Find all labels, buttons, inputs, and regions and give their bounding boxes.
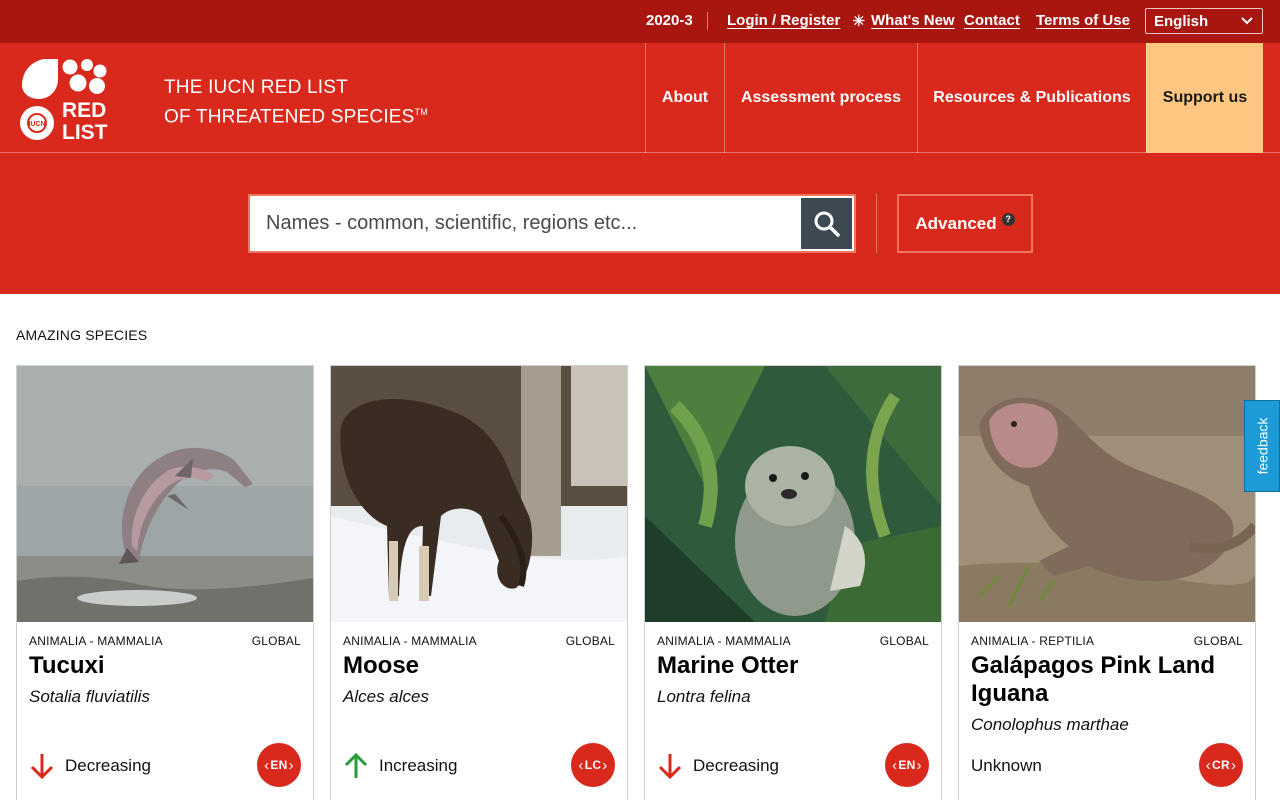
site-title-line1: THE IUCN RED LIST xyxy=(164,77,348,98)
population-trend: Decreasing xyxy=(657,751,779,781)
language-select[interactable]: English xyxy=(1145,8,1263,34)
status-badge[interactable]: ‹ LC › xyxy=(571,743,615,787)
advanced-search-button[interactable]: Advanced ? xyxy=(897,194,1033,253)
language-value: English xyxy=(1154,13,1209,30)
nav-resources-publications[interactable]: Resources & Publications xyxy=(917,43,1146,153)
status-code: CR xyxy=(1212,758,1230,772)
whats-new-link[interactable]: What's New xyxy=(871,12,955,29)
login-register-link[interactable]: Login / Register xyxy=(727,12,840,29)
species-photo xyxy=(959,366,1255,622)
trend-up-arrow-icon xyxy=(344,752,368,778)
trend-label: Unknown xyxy=(971,756,1042,775)
advanced-label: Advanced xyxy=(915,213,997,233)
taxonomy-label: ANIMALIA - MAMMALIA xyxy=(343,634,477,648)
site-title[interactable]: THE IUCN RED LIST OF THREATENED SPECIEST… xyxy=(164,76,428,129)
common-name: Moose xyxy=(343,652,420,679)
status-code: EN xyxy=(898,758,916,772)
help-icon: ? xyxy=(1001,213,1015,226)
section-title: AMAZING SPECIES xyxy=(16,327,148,343)
search-input[interactable] xyxy=(252,198,801,249)
contact-link[interactable]: Contact xyxy=(964,12,1020,29)
species-card[interactable]: ANIMALIA - MAMMALIA GLOBAL Marine Otter … xyxy=(644,365,942,800)
terms-of-use-link[interactable]: Terms of Use xyxy=(1036,12,1130,29)
trademark: TM xyxy=(414,107,428,117)
species-card[interactable]: ANIMALIA - MAMMALIA GLOBAL Moose Alces a… xyxy=(330,365,628,800)
scope-label: GLOBAL xyxy=(251,634,301,648)
species-photo xyxy=(645,366,941,622)
status-code: LC xyxy=(584,758,602,772)
scientific-name: Lontra felina xyxy=(657,687,751,706)
scientific-name: Conolophus marthae xyxy=(971,715,1129,734)
search-section: Advanced ? xyxy=(0,153,1280,294)
status-badge[interactable]: ‹ EN › xyxy=(885,743,929,787)
scientific-name: Alces alces xyxy=(343,687,429,706)
feedback-tab[interactable]: feedback xyxy=(1244,400,1280,492)
common-name: Marine Otter xyxy=(657,652,799,679)
species-photo xyxy=(17,366,313,622)
red-list-logo[interactable]: IUCN RED LIST xyxy=(18,55,114,143)
search-button[interactable] xyxy=(801,198,852,249)
site-header: IUCN RED LIST THE IUCN RED LIST OF THREA… xyxy=(0,43,1280,153)
scientific-name: Sotalia fluviatilis xyxy=(29,687,150,706)
population-trend: Unknown xyxy=(971,751,1042,781)
status-code: EN xyxy=(270,758,288,772)
nav-assessment-process[interactable]: Assessment process xyxy=(724,43,917,153)
divider xyxy=(707,12,708,30)
status-badge[interactable]: ‹ EN › xyxy=(257,743,301,787)
taxonomy-label: ANIMALIA - MAMMALIA xyxy=(29,634,163,648)
svg-text:IUCN: IUCN xyxy=(28,121,45,128)
scope-label: GLOBAL xyxy=(565,634,615,648)
site-title-line2: OF THREATENED SPECIESTM xyxy=(164,106,428,128)
trend-label: Decreasing xyxy=(693,756,779,775)
feedback-label: feedback xyxy=(1254,417,1271,475)
version-label: 2020-3 xyxy=(646,12,693,29)
sun-icon: ☀ xyxy=(852,13,866,30)
trend-down-arrow-icon xyxy=(658,754,682,780)
utility-bar: 2020-3 Login / Register ☀ What's New Con… xyxy=(0,0,1280,43)
nav-support-us[interactable]: Support us xyxy=(1146,43,1263,153)
logo-text-red: RED xyxy=(62,99,106,122)
species-card[interactable]: ANIMALIA - REPTILIA GLOBAL Galápagos Pin… xyxy=(958,365,1256,800)
search-bar xyxy=(248,194,856,253)
population-trend: Decreasing xyxy=(29,751,151,781)
population-trend: Increasing xyxy=(343,751,457,781)
chevron-down-icon xyxy=(1241,17,1253,25)
common-name: Galápagos Pink Land Iguana xyxy=(971,652,1216,707)
species-photo xyxy=(331,366,627,622)
taxonomy-label: ANIMALIA - MAMMALIA xyxy=(657,634,791,648)
trend-label: Decreasing xyxy=(65,756,151,775)
status-badge[interactable]: ‹ CR › xyxy=(1199,743,1243,787)
scope-label: GLOBAL xyxy=(879,634,929,648)
divider xyxy=(876,194,877,253)
taxonomy-label: ANIMALIA - REPTILIA xyxy=(971,634,1095,648)
trend-down-arrow-icon xyxy=(30,754,54,780)
species-card[interactable]: ANIMALIA - MAMMALIA GLOBAL Tucuxi Sotali… xyxy=(16,365,314,800)
search-icon xyxy=(814,211,840,237)
scope-label: GLOBAL xyxy=(1193,634,1243,648)
logo-text-list: LIST xyxy=(62,121,108,143)
nav-about[interactable]: About xyxy=(645,43,724,153)
trend-label: Increasing xyxy=(379,756,458,775)
common-name: Tucuxi xyxy=(29,652,105,679)
